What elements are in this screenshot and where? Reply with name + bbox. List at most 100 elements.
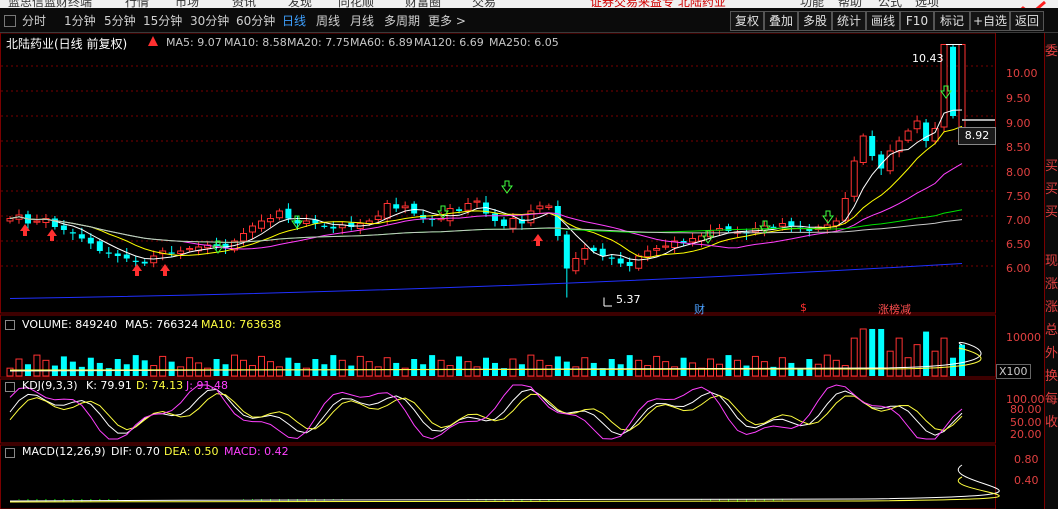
volume-bar bbox=[60, 356, 67, 376]
ma-line bbox=[9, 125, 963, 259]
ma-line bbox=[9, 109, 963, 261]
volume-bar bbox=[841, 365, 849, 377]
tab-5min[interactable]: 5分钟 bbox=[104, 12, 136, 29]
menu-trade[interactable]: 交易 bbox=[472, 0, 496, 8]
candle-body bbox=[456, 209, 463, 211]
volume-bar bbox=[725, 355, 732, 376]
promo-banner[interactable]: 证券交易来益专 北陆药业 bbox=[590, 0, 726, 8]
app-title: 蓝思信蓝财终端 bbox=[8, 0, 93, 8]
tab-15min[interactable]: 15分钟 bbox=[143, 12, 182, 29]
candle-body bbox=[69, 232, 76, 234]
candle-body bbox=[581, 248, 589, 260]
candle-body bbox=[393, 204, 400, 209]
y-tick: 8.00 bbox=[1006, 166, 1031, 179]
candle-body bbox=[563, 234, 570, 269]
overlay-button[interactable]: 叠加 bbox=[764, 11, 798, 31]
candle-body bbox=[186, 248, 194, 251]
multistock-button[interactable]: 多股 bbox=[798, 11, 832, 31]
tab-monthly[interactable]: 月线 bbox=[350, 12, 374, 29]
candle-body bbox=[850, 160, 858, 197]
candle-body bbox=[599, 248, 606, 256]
candle-body bbox=[509, 218, 517, 229]
buy-arrow-icon bbox=[132, 264, 142, 276]
menu-market[interactable]: 市场 bbox=[175, 0, 199, 8]
tab-daily[interactable]: 日线 bbox=[282, 12, 306, 29]
volume-bar bbox=[680, 357, 687, 376]
volume-bar bbox=[895, 337, 903, 377]
candle-body bbox=[473, 200, 481, 203]
high-price-label: 10.43 bbox=[912, 52, 944, 65]
event-dividend[interactable]: $ bbox=[800, 301, 807, 314]
menu-formula[interactable]: 公式 bbox=[878, 0, 902, 8]
menu-news[interactable]: 资讯 bbox=[232, 0, 256, 8]
macd-title: MACD(12,26,9) bbox=[22, 445, 106, 458]
candle-body bbox=[770, 226, 777, 228]
candle-body bbox=[177, 250, 185, 254]
tab-timeshare[interactable]: 分时 bbox=[22, 12, 46, 29]
volume-bar bbox=[213, 359, 220, 376]
adjust-button[interactable]: 复权 bbox=[730, 11, 764, 31]
menu-functions[interactable]: 功能 bbox=[800, 0, 824, 8]
menu-wealth[interactable]: 财富圈 bbox=[405, 0, 441, 8]
menu-ths[interactable]: 同花顺 bbox=[338, 0, 374, 8]
menu-quotes[interactable]: 行情 bbox=[125, 0, 149, 8]
y-tick: 7.50 bbox=[1006, 190, 1031, 203]
y-tick: 9.00 bbox=[1006, 117, 1031, 130]
kline-chart[interactable] bbox=[0, 33, 1044, 509]
candle-body bbox=[545, 205, 553, 208]
ma60-label: MA60: 6.89 bbox=[350, 36, 413, 49]
candle-body bbox=[114, 253, 121, 256]
back-button[interactable]: 返回 bbox=[1010, 11, 1044, 31]
tab-weekly[interactable]: 周线 bbox=[316, 12, 340, 29]
kdj-d: D: 74.13 bbox=[136, 379, 184, 392]
candle-body bbox=[572, 258, 580, 272]
volume-bar bbox=[931, 350, 939, 377]
volume-bar bbox=[141, 360, 148, 376]
menu-options[interactable]: 选项 bbox=[915, 0, 939, 8]
volume-bar bbox=[913, 344, 921, 377]
volume-bar bbox=[518, 364, 525, 376]
candle-body bbox=[383, 203, 391, 219]
kdj-y-tick: 80.00 bbox=[1010, 403, 1042, 416]
event-finance[interactable]: 财 bbox=[694, 301, 705, 317]
kdj-title: KDJ(9,3,3) bbox=[22, 379, 78, 392]
tab-more[interactable]: 更多 > bbox=[428, 12, 466, 29]
volume-bar bbox=[751, 355, 759, 377]
candle-body bbox=[446, 208, 454, 222]
volume-bar bbox=[850, 337, 858, 377]
panel-toggle-icon[interactable] bbox=[5, 448, 15, 458]
volume-bar bbox=[707, 358, 715, 377]
ma10-label: MA10: 8.58 bbox=[224, 36, 287, 49]
volume-bar bbox=[545, 365, 553, 377]
statistics-button[interactable]: 统计 bbox=[832, 11, 866, 31]
y-tick: 9.50 bbox=[1006, 92, 1031, 105]
volume-bar bbox=[338, 359, 346, 377]
add-watchlist-button[interactable]: +自选 bbox=[970, 11, 1010, 31]
volume-bar bbox=[105, 368, 112, 376]
menu-discover[interactable]: 发现 bbox=[288, 0, 312, 8]
tab-30min[interactable]: 30分钟 bbox=[190, 12, 229, 29]
f10-button[interactable]: F10 bbox=[900, 11, 934, 31]
quote-panel bbox=[1044, 33, 1058, 509]
panel-toggle-icon[interactable] bbox=[5, 382, 15, 392]
panel-toggle-icon[interactable] bbox=[5, 320, 15, 330]
macd-value: MACD: 0.42 bbox=[224, 445, 289, 458]
tab-multiperiod[interactable]: 多周期 bbox=[384, 12, 420, 29]
menu-help[interactable]: 帮助 bbox=[838, 0, 862, 8]
volume-bar bbox=[231, 354, 239, 377]
buy-arrow-icon bbox=[20, 224, 30, 236]
tab-60min[interactable]: 60分钟 bbox=[236, 12, 275, 29]
tab-1min[interactable]: 1分钟 bbox=[64, 12, 96, 29]
checkbox-icon[interactable] bbox=[4, 15, 16, 27]
candle-body bbox=[374, 215, 382, 220]
volume-bar bbox=[87, 357, 94, 376]
volume-ma10: MA10: 763638 bbox=[201, 318, 282, 331]
y-tick: 6.50 bbox=[1006, 238, 1031, 251]
volume-bar bbox=[509, 358, 517, 377]
event-list[interactable]: 涨榜减 bbox=[878, 301, 911, 317]
candle-body bbox=[617, 258, 624, 264]
draw-line-button[interactable]: 画线 bbox=[866, 11, 900, 31]
mark-button[interactable]: 标记 bbox=[934, 11, 970, 31]
volume-bar bbox=[626, 355, 633, 376]
candle-body bbox=[321, 225, 328, 227]
